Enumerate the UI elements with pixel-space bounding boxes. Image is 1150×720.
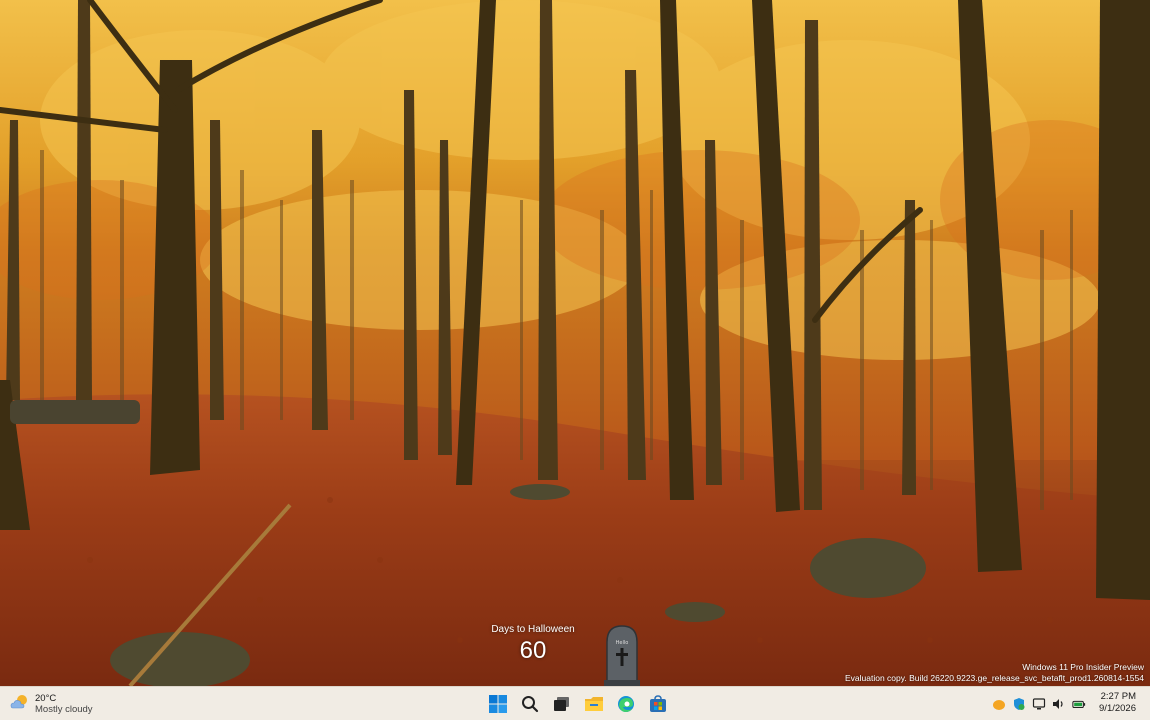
task-view-icon[interactable]	[550, 692, 574, 716]
watermark-line-1: Windows 11 Pro Insider Preview	[1022, 662, 1144, 672]
clock-time: 2:27 PM	[1100, 691, 1136, 702]
start-icon[interactable]	[486, 692, 510, 716]
clock-date: 9/1/2026	[1099, 703, 1136, 714]
tombstone-text: Hello	[616, 640, 629, 646]
watermark-line-2: Evaluation copy. Build 26220.9223.ge_rel…	[845, 673, 1144, 683]
halloween-days-count: 60	[519, 637, 547, 664]
system-tray	[992, 693, 1086, 715]
network-icon[interactable]	[1032, 697, 1046, 711]
windows-watermark: Windows 11 Pro Insider Preview Evaluatio…	[845, 662, 1144, 684]
battery-icon[interactable]	[1072, 697, 1086, 711]
autumn-forest-wallpaper	[0, 0, 1150, 686]
taskbar-center-icons	[486, 691, 670, 717]
taskbar-clock[interactable]: 2:27 PM 9/1/2026	[1099, 691, 1136, 715]
file-explorer-icon[interactable]	[582, 692, 606, 716]
weather-temperature: 20°C	[35, 693, 57, 704]
days-to-halloween-widget: Days to Halloween 60	[488, 624, 578, 665]
halloween-label: Days to Halloween	[491, 624, 575, 635]
search-icon[interactable]	[518, 692, 542, 716]
volume-icon[interactable]	[1052, 697, 1066, 711]
taskbar: 20°C Mostly cloudy 2:27 PM 9/1/2026	[0, 686, 1150, 720]
desktop-wallpaper: Days to Halloween 60 Hello Windows 11 Pr…	[0, 0, 1150, 686]
partly-cloudy-icon	[10, 694, 30, 714]
tray-app-icon[interactable]	[992, 697, 1006, 711]
defender-icon[interactable]	[1012, 697, 1026, 711]
weather-condition: Mostly cloudy	[35, 704, 93, 715]
tombstone-icon: Hello	[603, 624, 641, 686]
edge-icon[interactable]	[614, 692, 638, 716]
microsoft-store-icon[interactable]	[646, 692, 670, 716]
weather-widget[interactable]: 20°C Mostly cloudy	[10, 691, 93, 717]
